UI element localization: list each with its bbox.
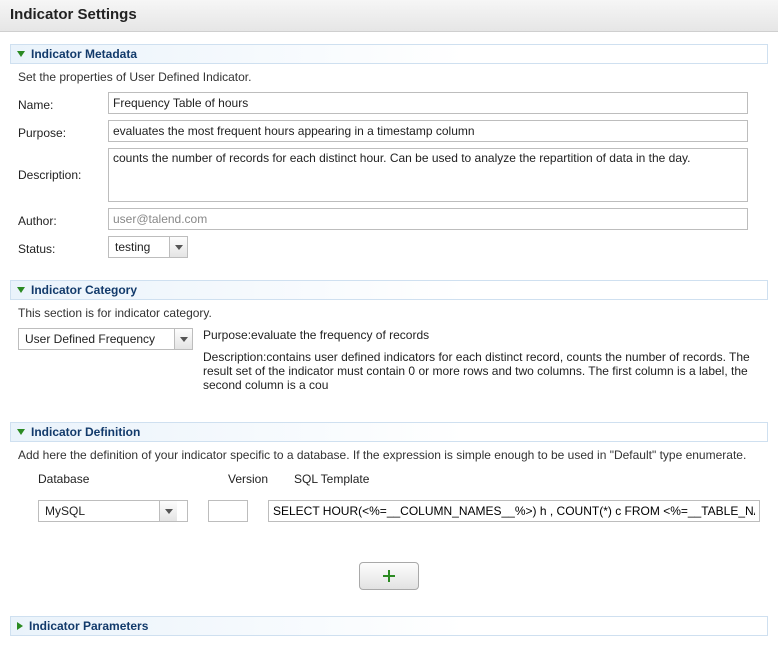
- category-purpose-label: Purpose:: [203, 328, 251, 342]
- label-description: Description:: [18, 148, 108, 182]
- plus-icon: [383, 570, 395, 582]
- section-header-definition[interactable]: Indicator Definition: [10, 422, 768, 442]
- status-value: testing: [109, 237, 169, 257]
- version-input[interactable]: [208, 500, 248, 522]
- status-select[interactable]: testing: [108, 236, 188, 258]
- section-body-category: This section is for indicator category. …: [0, 304, 778, 418]
- category-purpose-text: evaluate the frequency of records: [251, 328, 429, 342]
- label-purpose: Purpose:: [18, 123, 108, 140]
- label-status: Status:: [18, 239, 108, 256]
- col-header-version: Version: [228, 472, 274, 486]
- definition-column-headers: Database Version SQL Template: [18, 472, 760, 486]
- section-header-parameters[interactable]: Indicator Parameters: [10, 616, 768, 636]
- category-description-label: Description:: [203, 350, 266, 364]
- author-input: [108, 208, 748, 230]
- chevron-down-icon: [17, 287, 25, 293]
- col-header-database: Database: [38, 472, 208, 486]
- section-header-metadata[interactable]: Indicator Metadata: [10, 44, 768, 64]
- section-title-definition: Indicator Definition: [31, 425, 140, 439]
- chevron-down-icon: [169, 237, 187, 257]
- section-title-parameters: Indicator Parameters: [29, 619, 148, 633]
- description-input[interactable]: [108, 148, 748, 202]
- database-value: MySQL: [39, 501, 159, 521]
- chevron-down-icon: [159, 501, 177, 521]
- section-title-metadata: Indicator Metadata: [31, 47, 137, 61]
- chevron-down-icon: [17, 51, 25, 57]
- category-details: Purpose:evaluate the frequency of record…: [203, 328, 760, 400]
- metadata-hint: Set the properties of User Defined Indic…: [18, 70, 760, 84]
- database-select[interactable]: MySQL: [38, 500, 188, 522]
- section-body-metadata: Set the properties of User Defined Indic…: [0, 68, 778, 276]
- chevron-right-icon: [17, 622, 23, 630]
- label-name: Name:: [18, 95, 108, 112]
- category-select[interactable]: User Defined Frequency: [18, 328, 193, 350]
- add-definition-button[interactable]: [359, 562, 419, 590]
- category-description-text: contains user defined indicators for eac…: [203, 350, 750, 392]
- chevron-down-icon: [174, 329, 192, 349]
- content-area: Indicator Metadata Set the properties of…: [0, 32, 778, 644]
- col-header-sql: SQL Template: [294, 472, 760, 486]
- category-value: User Defined Frequency: [19, 329, 174, 349]
- label-author: Author:: [18, 211, 108, 228]
- section-body-definition: Add here the definition of your indicato…: [0, 446, 778, 612]
- definition-hint: Add here the definition of your indicato…: [18, 448, 760, 462]
- purpose-input[interactable]: [108, 120, 748, 142]
- chevron-down-icon: [17, 429, 25, 435]
- page-title: Indicator Settings: [0, 0, 778, 32]
- section-header-category[interactable]: Indicator Category: [10, 280, 768, 300]
- name-input[interactable]: [108, 92, 748, 114]
- section-title-category: Indicator Category: [31, 283, 137, 297]
- sql-template-input[interactable]: [268, 500, 760, 522]
- category-hint: This section is for indicator category.: [18, 306, 760, 320]
- definition-row: MySQL: [18, 500, 760, 522]
